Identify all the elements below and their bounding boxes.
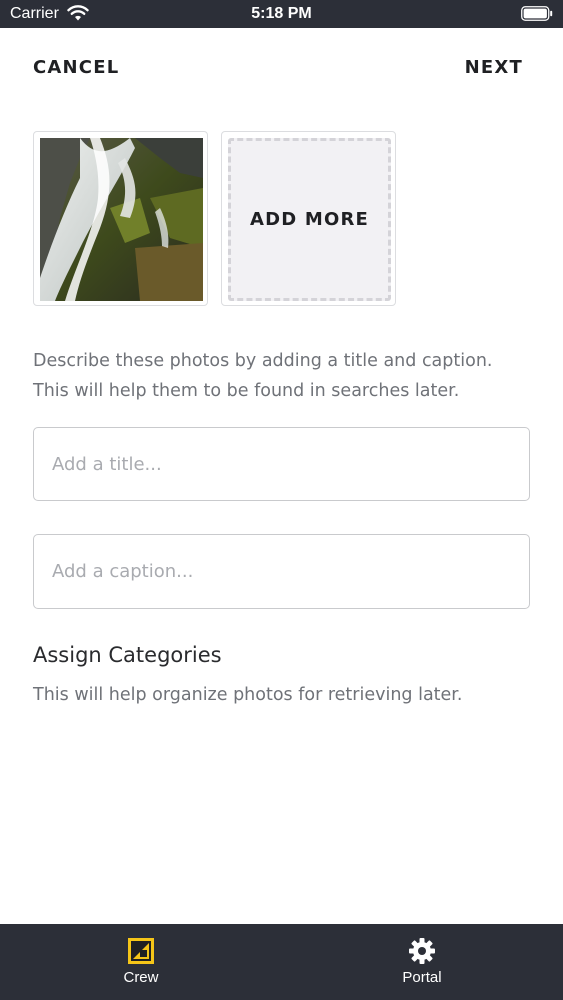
status-time: 5:18 PM	[251, 5, 312, 22]
tab-crew[interactable]: Crew	[71, 924, 211, 1000]
add-more-dropzone: ADD MORE	[228, 138, 391, 301]
caption-input[interactable]	[33, 534, 530, 609]
tab-portal[interactable]: Portal	[352, 924, 492, 1000]
categories-description: This will help organize photos for retri…	[33, 685, 463, 705]
categories-heading: Assign Categories	[33, 643, 222, 667]
title-input[interactable]	[33, 427, 530, 501]
tab-portal-label: Portal	[402, 969, 442, 986]
photos-description: Describe these photos by adding a title …	[33, 351, 493, 401]
tab-bar: Crew Portal	[0, 924, 563, 1000]
add-more-label: ADD MORE	[249, 209, 370, 230]
upload-photos-screen: Carrier 5:18 PM CANCEL NEXT ADD MORE Des…	[0, 0, 563, 1000]
add-more-button[interactable]: ADD MORE	[221, 131, 396, 306]
crew-icon	[128, 938, 154, 964]
status-bar: Carrier 5:18 PM	[0, 0, 563, 28]
cancel-button[interactable]: CANCEL	[33, 57, 119, 79]
tab-crew-label: Crew	[123, 969, 159, 986]
next-button[interactable]: NEXT	[465, 57, 523, 79]
battery-icon	[521, 6, 553, 21]
waterfall-photo	[40, 138, 203, 301]
gear-icon	[409, 938, 435, 964]
photo-thumbnail[interactable]	[33, 131, 208, 306]
